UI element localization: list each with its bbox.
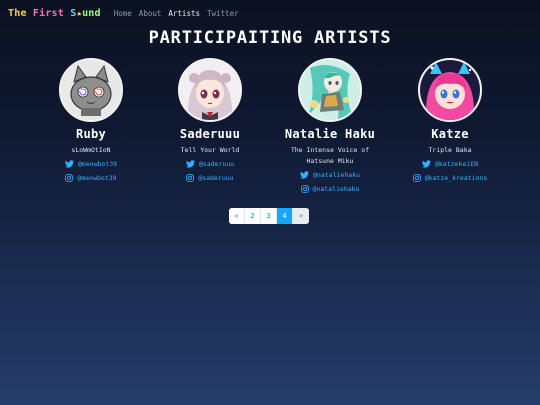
avatar-pink-hair-character-image [420,60,480,120]
artist-card-katze: Katze Triple Baka @katzekeiEN @katze_kre… [390,58,510,184]
instagram-handle: @meowbot39 [77,174,117,182]
nav-home[interactable]: Home [114,9,132,18]
nav-about[interactable]: About [139,9,162,18]
instagram-link[interactable]: @saderuuu [150,172,270,184]
twitter-link[interactable]: @meowbot39 [31,158,151,170]
instagram-camera-icon [300,185,309,193]
pagination-prev-button[interactable]: « [229,208,245,224]
pagination-page-4-current[interactable]: 4 [277,208,293,224]
twitter-handle: @saderuuu [198,160,235,168]
pagination-page-3[interactable]: 3 [261,208,277,224]
artist-tagline: The Intense Voice of Hatsune Miku [290,146,370,165]
artist-avatar [178,58,242,122]
artist-card-natalie-haku: Natalie Haku The Intense Voice of Hatsun… [270,58,390,195]
pagination-page-2[interactable]: 2 [245,208,261,224]
pagination-next-button[interactable]: » [293,208,309,224]
twitter-link[interactable]: @katzekeiEN [390,158,510,170]
instagram-handle: @nataliehaku [312,185,360,193]
nav-links: Home About Artists Twitter [114,9,239,18]
instagram-handle: @katze_kreations [424,174,488,182]
twitter-bird-icon [185,160,195,168]
artist-avatar [298,58,362,122]
twitter-bird-icon [300,171,310,179]
nav-twitter[interactable]: Twitter [207,9,239,18]
pagination: « 2 3 4 » [229,208,309,224]
twitter-handle: @meowbot39 [77,160,118,168]
twitter-link[interactable]: @saderuuu [150,158,270,170]
site-brand-logo[interactable]: The First S★und [8,8,101,19]
instagram-camera-icon [412,174,421,182]
artist-name: Katze [431,127,469,141]
twitter-handle: @nataliehaku [313,171,360,179]
artist-avatar [59,58,123,122]
instagram-handle: @saderuuu [198,174,234,182]
instagram-camera-icon [65,174,74,182]
avatar-anime-girl-image [180,60,240,120]
artist-name: Ruby [75,127,107,141]
artist-card-ruby: Ruby sLoWmOtIoN @meowbot39 @meowbot39 [31,58,151,184]
artist-card-saderuuu: Saderuuu Tell Your World @saderuuu @sade… [150,58,270,184]
instagram-link[interactable]: @nataliehaku [270,183,390,195]
instagram-link[interactable]: @meowbot39 [31,172,151,184]
nav-artists[interactable]: Artists [168,9,200,18]
artist-name: Saderuuu [179,127,241,141]
artist-tagline: sLoWmOtIoN [71,146,111,154]
artist-avatar [418,58,482,122]
page-title: PARTICIPAITING ARTISTS [148,28,392,48]
artist-tagline: Triple Baka [428,146,472,154]
navbar: The First S★und Home About Artists Twitt… [0,0,540,26]
twitter-handle: @katzekeiEN [434,160,479,168]
brand-word-first: First [32,7,71,19]
twitter-bird-icon [64,160,74,168]
twitter-link[interactable]: @nataliehaku [270,169,390,181]
artist-tagline: Tell Your World [180,146,240,154]
brand-word-the: The [8,7,33,19]
brand-letters-und: und [82,7,101,19]
instagram-camera-icon [186,174,195,182]
artist-name: Natalie Haku [284,127,376,141]
instagram-link[interactable]: @katze_kreations [390,172,510,184]
twitter-bird-icon [421,160,431,168]
avatar-teal-hair-character-image [300,60,360,120]
avatar-gray-cat-image [61,60,121,120]
